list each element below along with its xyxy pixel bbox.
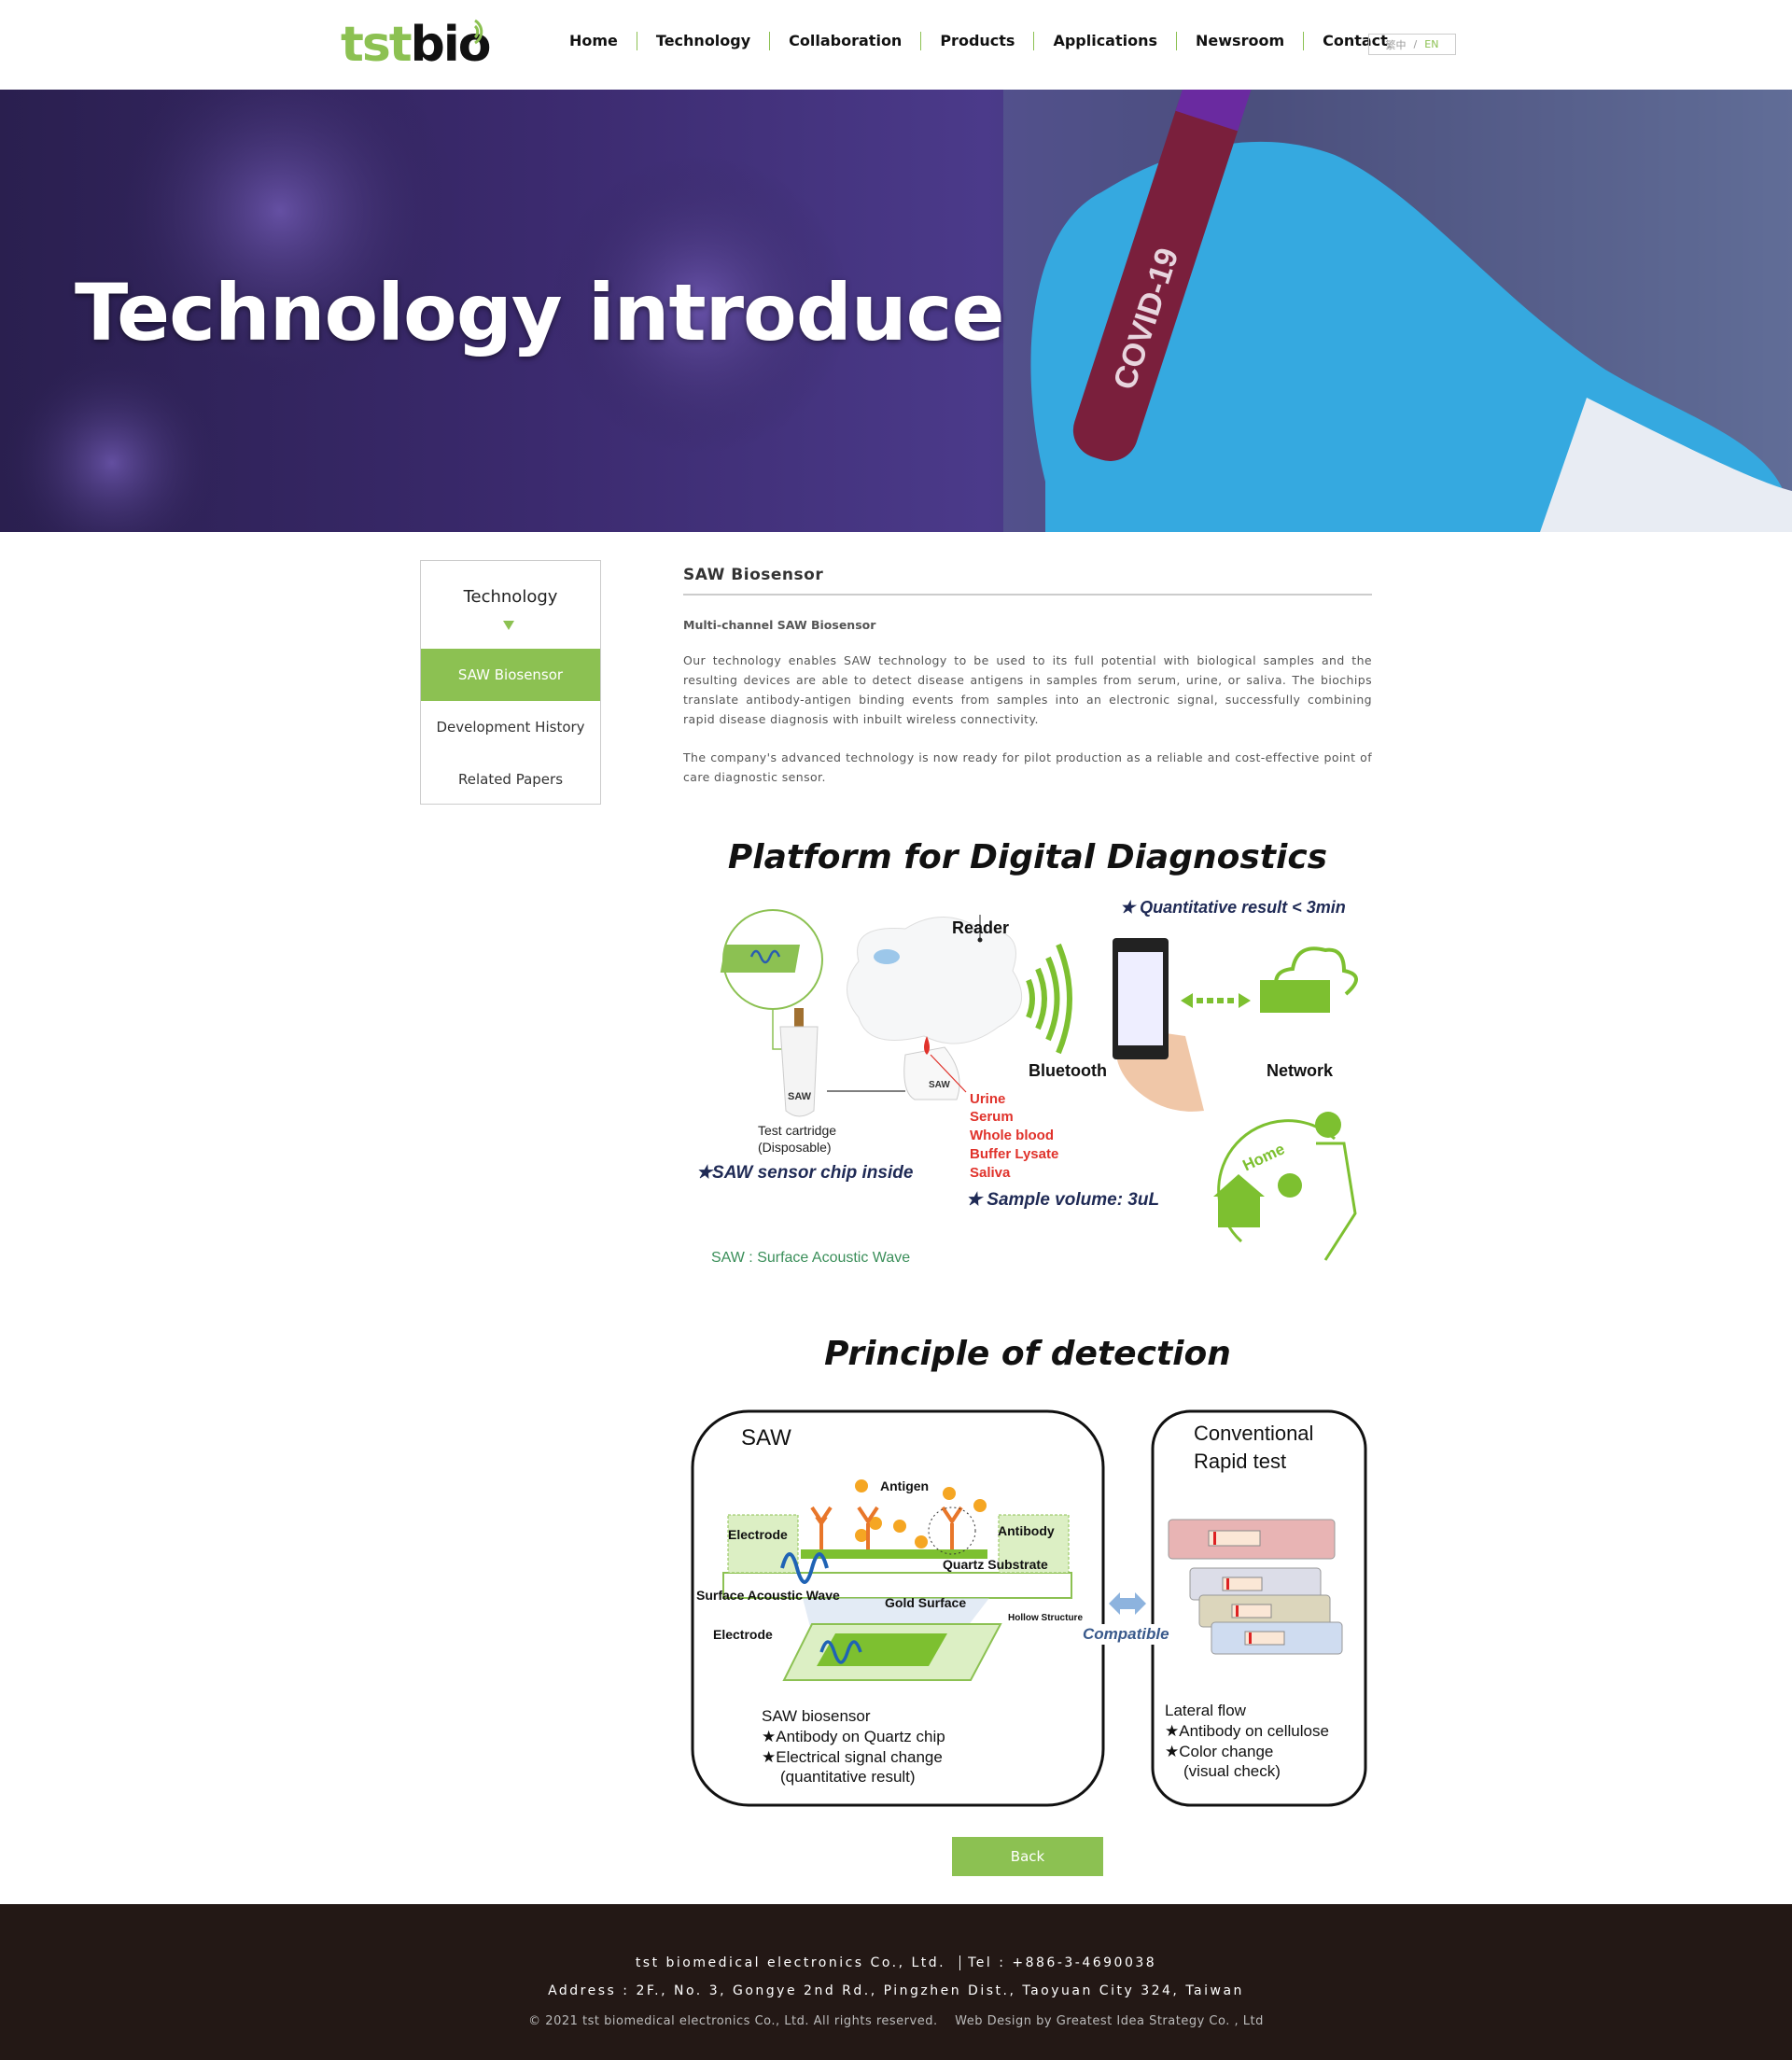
sample-serum: Serum	[970, 1109, 1014, 1125]
conv-desc-color: ★Color change	[1165, 1743, 1273, 1760]
conv-desc-visual: (visual check)	[1183, 1762, 1281, 1780]
footer-company: tst biomedical electronics Co., Ltd.	[635, 1955, 946, 1970]
footer-divider	[959, 1955, 961, 1970]
main-nav: Home Technology Collaboration Products A…	[551, 32, 1407, 50]
saw-panel-title: SAW	[741, 1425, 791, 1450]
saw-chip-inside-label: ★SAW sensor chip inside	[696, 1163, 914, 1183]
hollow-structure-label: Hollow Structure	[1008, 1613, 1083, 1623]
test-cartridge-icon	[779, 1026, 819, 1117]
disposable-label: (Disposable)	[758, 1140, 832, 1155]
bidirectional-arrow-icon	[1109, 1592, 1146, 1615]
section-subtitle: Multi-channel SAW Biosensor	[683, 618, 876, 632]
signal-icon	[473, 19, 483, 45]
main-content: SAW Biosensor Multi-channel SAW Biosenso…	[683, 566, 1372, 787]
bluetooth-waves-icon	[1026, 943, 1072, 1055]
cartridge-saw-logo: SAW	[788, 1091, 812, 1102]
nav-applications[interactable]: Applications	[1033, 32, 1176, 50]
detection-principle-diagram: SAW Antigen Antibody Electrode Quartz Su…	[691, 1409, 1367, 1807]
chip-icon	[720, 945, 801, 973]
footer-company-line: tst biomedical electronics Co., Ltd. Tel…	[0, 1955, 1792, 1970]
page-title: Technology introduce	[75, 267, 1004, 358]
quartz-substrate-label: Quartz Substrate	[943, 1557, 1048, 1572]
antibody-label: Antibody	[998, 1523, 1055, 1538]
home-label: Home	[1239, 1140, 1287, 1174]
hero-banner: COVID-19 Technology introduce	[0, 90, 1792, 532]
figure2-title: Principle of detection	[824, 1335, 1231, 1373]
network-label: Network	[1267, 1061, 1334, 1080]
readiness-paragraph: The company's advanced technology is now…	[683, 750, 1372, 784]
footer-address: Address : 2F., No. 3, Gongye 2nd Rd., Pi…	[548, 1983, 1244, 1998]
cartridge-connector	[794, 1008, 804, 1027]
reader-label: Reader	[952, 918, 1009, 937]
saw-desc-quantitative: (quantitative result)	[780, 1768, 916, 1786]
antigen-label: Antigen	[880, 1478, 929, 1493]
footer-copyright-line: © 2021 tst biomedical electronics Co., L…	[0, 2014, 1792, 2028]
lang-en[interactable]: EN	[1424, 38, 1438, 50]
saw-desc-title: SAW biosensor	[762, 1707, 871, 1725]
footer-tel: Tel : +886-3-4690038	[968, 1955, 1157, 1970]
test-cartridge-label: Test cartridge	[758, 1123, 836, 1138]
nav-technology[interactable]: Technology	[636, 32, 769, 50]
sample-whole-blood: Whole blood	[970, 1128, 1054, 1143]
triangle-down-icon	[503, 621, 514, 630]
gold-surface-label: Gold Surface	[885, 1595, 966, 1610]
nav-home[interactable]: Home	[551, 32, 637, 50]
saw-desc-signal: ★Electrical signal change	[762, 1748, 943, 1766]
saw-footnote: SAW : Surface Acoustic Wave	[711, 1250, 910, 1266]
conv-desc-title: Lateral flow	[1165, 1702, 1247, 1719]
lang-zh[interactable]: 繁中	[1386, 37, 1407, 52]
sidebar: Technology SAW Biosensor Development His…	[420, 560, 601, 805]
footer-design-credit[interactable]: Web Design by Greatest Idea Strategy Co.…	[955, 2014, 1264, 2028]
quantitative-result-label: ★ Quantitative result < 3min	[1120, 898, 1346, 917]
data-exchange-arrow-icon	[1181, 993, 1251, 1008]
section-title: SAW Biosensor	[683, 566, 1372, 596]
figure1-title: Platform for Digital Diagnostics	[727, 838, 1328, 876]
compatible-label: Compatible	[1083, 1625, 1169, 1643]
surface-acoustic-wave-label: Surface Acoustic Wave	[696, 1588, 840, 1603]
nav-products[interactable]: Products	[920, 32, 1033, 50]
sidebar-item-development-history[interactable]: Development History	[421, 701, 600, 753]
header: tstbio Home Technology Collaboration Pro…	[0, 0, 1792, 90]
conventional-title-2: Rapid test	[1194, 1450, 1286, 1473]
lang-separator: /	[1413, 38, 1418, 50]
language-switcher: 繁中 / EN	[1368, 34, 1456, 55]
sample-saliva: Saliva	[970, 1165, 1011, 1181]
conventional-title-1: Conventional	[1194, 1422, 1313, 1445]
sample-buffer-lysate: Buffer Lysate	[970, 1146, 1058, 1162]
conv-desc-cellulose: ★Antibody on cellulose	[1165, 1722, 1329, 1740]
sidebar-title: Technology	[463, 587, 558, 607]
inserted-cartridge-saw-logo: SAW	[929, 1080, 950, 1090]
nav-newsroom[interactable]: Newsroom	[1176, 32, 1303, 50]
intro-paragraph: Our technology enables SAW technology to…	[683, 653, 1372, 726]
sidebar-item-related-papers[interactable]: Related Papers	[421, 753, 600, 806]
electrode-label-bottom: Electrode	[713, 1627, 773, 1642]
footer: tst biomedical electronics Co., Ltd. Tel…	[0, 1904, 1792, 2060]
electrode-label-top: Electrode	[728, 1527, 788, 1542]
back-button[interactable]: Back	[952, 1837, 1103, 1876]
sample-volume-label: ★ Sample volume: 3uL	[966, 1190, 1159, 1210]
nav-collaboration[interactable]: Collaboration	[769, 32, 920, 50]
saw-desc-antibody: ★Antibody on Quartz chip	[762, 1728, 945, 1745]
logo-text-tst: tst	[341, 17, 413, 73]
sample-urine: Urine	[970, 1091, 1005, 1107]
bluetooth-label: Bluetooth	[1029, 1061, 1107, 1080]
platform-diagram: SAW SAW Reader Urine Serum Whole blood B…	[696, 898, 1358, 1266]
building-icon	[1260, 980, 1330, 1013]
sidebar-item-saw-biosensor[interactable]: SAW Biosensor	[421, 649, 600, 701]
footer-copyright: © 2021 tst biomedical electronics Co., L…	[528, 2014, 938, 2028]
logo[interactable]: tstbio	[341, 17, 491, 73]
